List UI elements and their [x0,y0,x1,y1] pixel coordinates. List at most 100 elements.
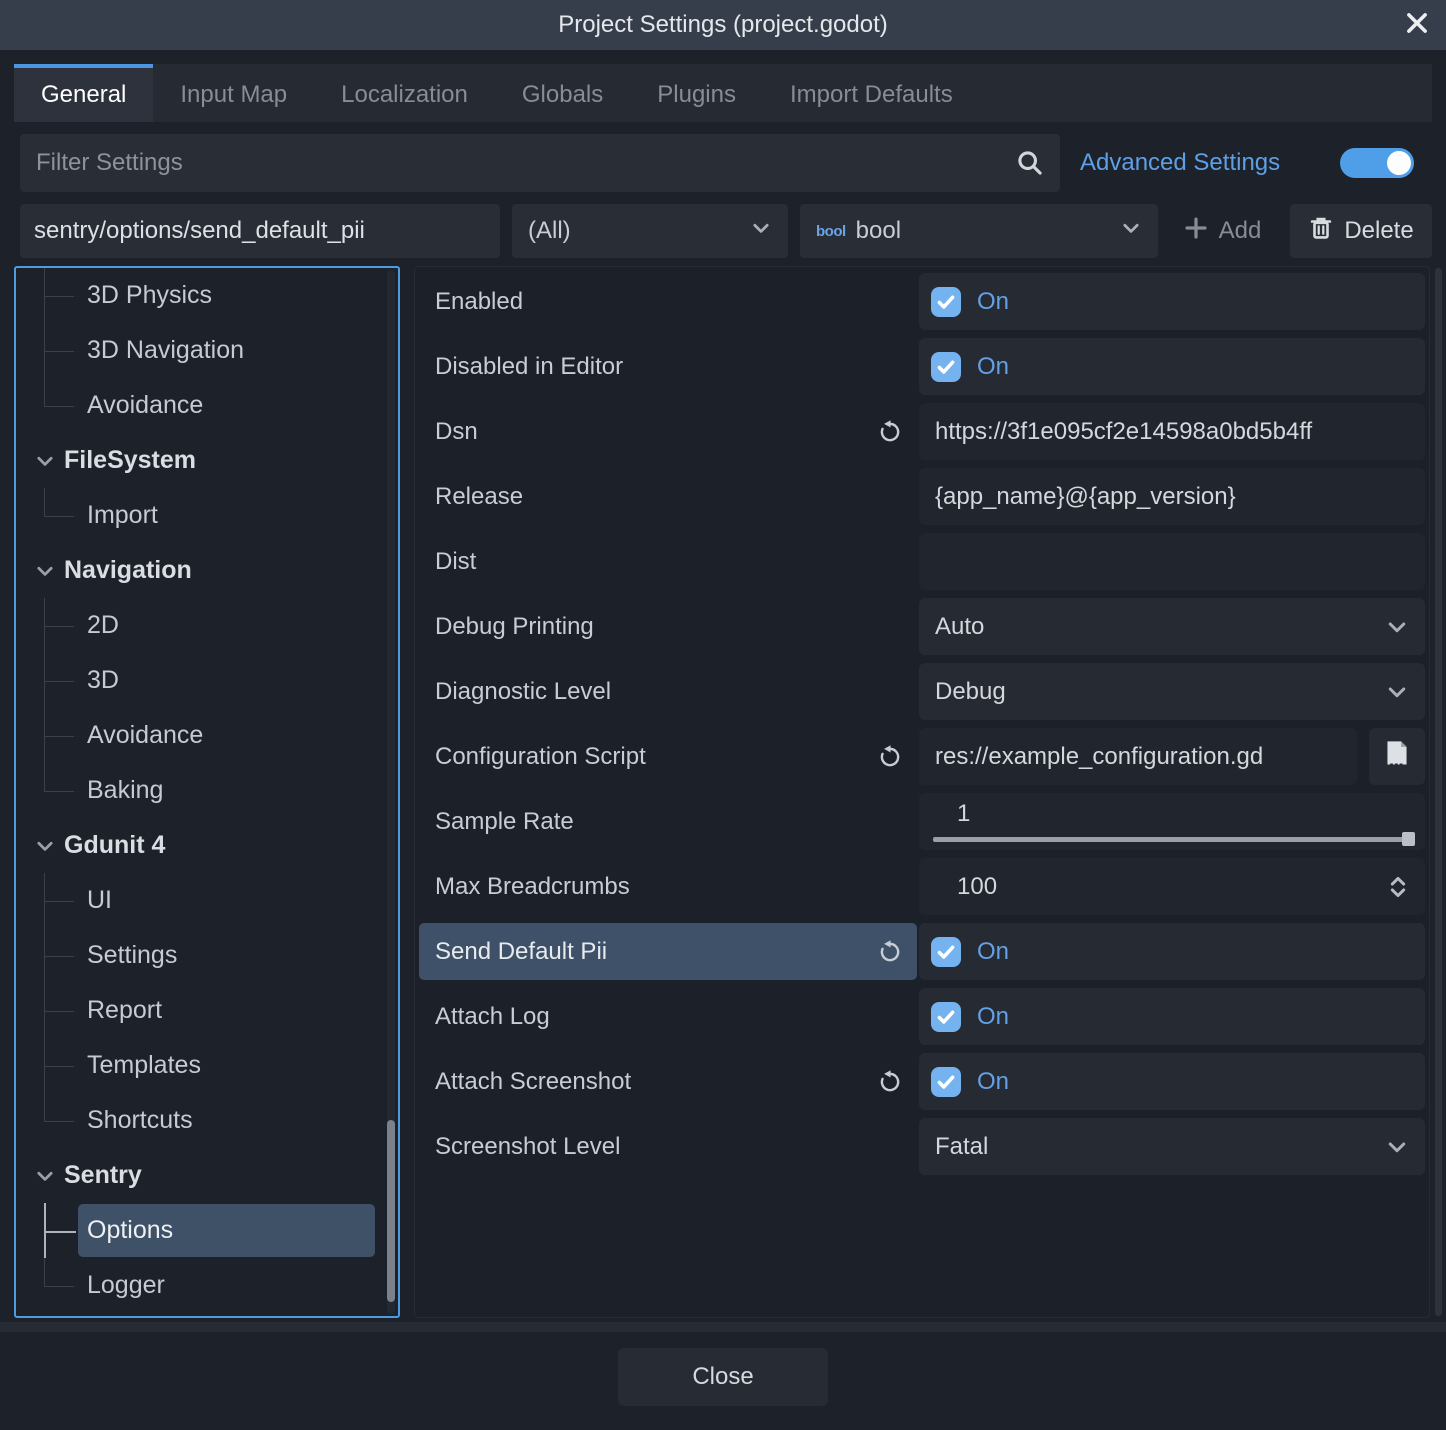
property-label-cell[interactable]: Dsn [419,403,917,460]
sidebar-item-filesystem[interactable]: FileSystem [16,433,398,488]
resource-picker-button[interactable] [1369,728,1425,785]
property-value-cell: On [919,338,1425,395]
sidebar-item-baking[interactable]: Baking [16,763,398,818]
property-value-cell: Auto [919,598,1425,655]
property-label-cell[interactable]: Sample Rate [419,793,917,850]
spinner-value[interactable]: 100 [957,873,1385,901]
collapse-chevron-icon[interactable] [34,835,56,857]
checkbox-state-label: On [977,288,1009,316]
property-label-cell[interactable]: Max Breadcrumbs [419,858,917,915]
filter-settings-field [20,134,1060,192]
slider-handle[interactable] [1402,832,1415,846]
sidebar-item-import[interactable]: Import [16,488,398,543]
collapse-chevron-icon[interactable] [34,1165,56,1187]
checked-checkbox-icon[interactable] [931,287,961,317]
revert-icon[interactable] [877,744,903,770]
sidebar-item-label: Logger [87,1271,165,1300]
add-property-button[interactable]: Add [1166,204,1278,258]
sidebar-item-3d[interactable]: 3D [16,653,398,708]
close-dialog-button[interactable]: Close [618,1348,828,1406]
property-value-cell [919,468,1425,525]
sidebar-item-label: 3D [87,666,119,695]
value-dropdown[interactable]: Debug [919,663,1425,720]
collapse-chevron-icon[interactable] [34,450,56,472]
sidebar-item-navigation[interactable]: Navigation [16,543,398,598]
text-value-input[interactable] [919,468,1425,525]
tab-input-map[interactable]: Input Map [153,64,314,122]
advanced-settings-toggle[interactable] [1340,148,1414,178]
property-label-cell[interactable]: Screenshot Level [419,1118,917,1175]
property-label-cell[interactable]: Configuration Script [419,728,917,785]
revert-icon[interactable] [877,939,903,965]
category-filter-value: (All) [528,217,750,245]
sidebar-item-settings[interactable]: Settings [16,928,398,983]
property-value-cell: Debug [919,663,1425,720]
sidebar-item-label: Avoidance [87,721,203,750]
delete-property-button[interactable]: Delete [1290,204,1432,258]
sidebar-item-logger[interactable]: Logger [16,1258,398,1313]
sidebar-item-3d-physics[interactable]: 3D Physics [16,268,398,323]
tab-general[interactable]: General [14,64,153,122]
footer-divider [0,1322,1446,1332]
sidebar-item-avoidance[interactable]: Avoidance [16,708,398,763]
property-label: Disabled in Editor [435,353,917,381]
sidebar-item-shortcuts[interactable]: Shortcuts [16,1093,398,1148]
property-bar: (All) bool bool Add Delete [0,204,1446,258]
checked-checkbox-icon[interactable] [931,1067,961,1097]
resource-path-input[interactable] [919,728,1357,785]
sidebar-item-sentry[interactable]: Sentry [16,1148,398,1203]
inspector-scrollbar[interactable] [1435,268,1442,1316]
property-label: Attach Log [435,1003,917,1031]
value-dropdown[interactable]: Auto [919,598,1425,655]
property-value-cell: 1 [919,793,1425,850]
window-close-button[interactable] [1402,10,1432,40]
collapse-chevron-icon[interactable] [34,560,56,582]
sidebar-item-ui[interactable]: UI [16,873,398,928]
property-label-cell[interactable]: Dist [419,533,917,590]
property-label-cell[interactable]: Attach Log [419,988,917,1045]
sidebar-item-gdunit-4[interactable]: Gdunit 4 [16,818,398,873]
checked-checkbox-icon[interactable] [931,352,961,382]
tree-guide [44,956,74,957]
value-dropdown[interactable]: Fatal [919,1118,1425,1175]
plus-icon [1183,215,1209,248]
checked-checkbox-icon[interactable] [931,1002,961,1032]
revert-icon[interactable] [877,419,903,445]
property-label-cell[interactable]: Send Default Pii [419,923,917,980]
tab-plugins[interactable]: Plugins [630,64,763,122]
text-value-input[interactable] [919,403,1425,460]
sidebar-item-report[interactable]: Report [16,983,398,1038]
sidebar-scrollbar-thumb[interactable] [387,1120,395,1302]
type-dropdown[interactable]: bool bool [800,204,1158,258]
property-label-cell[interactable]: Enabled [419,273,917,330]
sidebar-item-3d-navigation[interactable]: 3D Navigation [16,323,398,378]
sidebar-item-label: FileSystem [64,446,196,475]
checkbox-cell: On [919,338,1425,395]
revert-icon[interactable] [877,1069,903,1095]
property-path-input[interactable] [20,204,500,258]
text-value-input[interactable] [919,533,1425,590]
property-label-cell[interactable]: Disabled in Editor [419,338,917,395]
checked-checkbox-icon[interactable] [931,937,961,967]
sidebar-item-options[interactable]: Options [16,1203,398,1258]
sidebar-item-label: Gdunit 4 [64,831,165,860]
bool-type-icon: bool [816,223,846,240]
tree-guide [44,296,74,297]
tab-localization[interactable]: Localization [314,64,495,122]
filter-settings-input[interactable] [20,149,1016,177]
property-label-cell[interactable]: Diagnostic Level [419,663,917,720]
sidebar-item-avoidance[interactable]: Avoidance [16,378,398,433]
property-label: Screenshot Level [435,1133,917,1161]
property-label-cell[interactable]: Attach Screenshot [419,1053,917,1110]
property-label-cell[interactable]: Debug Printing [419,598,917,655]
tab-globals[interactable]: Globals [495,64,630,122]
sidebar-item-2d[interactable]: 2D [16,598,398,653]
slider-track[interactable] [933,837,1413,842]
tree-guide [44,378,45,406]
property-label-cell[interactable]: Release [419,468,917,525]
tree-guide [44,1066,74,1067]
spinner-updown-icon[interactable] [1385,874,1411,900]
tab-import-defaults[interactable]: Import Defaults [763,64,980,122]
sidebar-item-templates[interactable]: Templates [16,1038,398,1093]
category-filter-dropdown[interactable]: (All) [512,204,788,258]
